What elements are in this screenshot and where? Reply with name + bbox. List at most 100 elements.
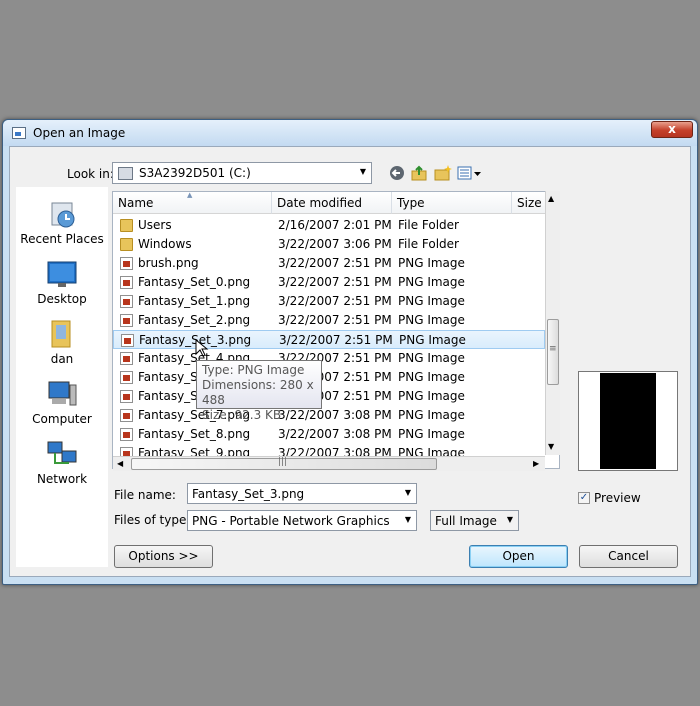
file-type: PNG Image	[398, 351, 465, 365]
png-file-icon	[120, 371, 133, 384]
drive-icon	[118, 167, 133, 180]
file-date: 3/22/2007 2:51 PM	[279, 333, 393, 347]
file-type: File Folder	[398, 237, 459, 251]
user-folder-icon	[46, 319, 78, 349]
file-row[interactable]: Fantasy_Set_1.png 3/22/2007 2:51 PM PNG Im…	[113, 292, 545, 311]
title-bar[interactable]: Open an Image x	[3, 120, 697, 146]
place-label: Network	[36, 472, 88, 486]
folder-icon	[120, 238, 133, 251]
file-date: 3/22/2007 2:51 PM	[278, 294, 392, 308]
computer-icon	[46, 379, 78, 409]
file-row[interactable]: Fantasy_Set_7.png 3/22/2007 3:08 PM PNG Im…	[113, 406, 545, 425]
file-date: 3/22/2007 2:51 PM	[278, 313, 392, 327]
file-row[interactable]: Windows 3/22/2007 3:06 PM File Folder	[113, 235, 545, 254]
cancel-button[interactable]: Cancel	[579, 545, 678, 568]
file-info-tooltip: Type: PNG Image Dimensions: 280 x 488 Si…	[196, 360, 322, 422]
sort-up-icon: ▲	[187, 191, 193, 199]
file-name: brush.png	[138, 256, 199, 270]
horizontal-scroll-thumb[interactable]: |||	[131, 457, 437, 470]
place-dan[interactable]: dan	[16, 319, 108, 366]
file-type: File Folder	[398, 218, 459, 232]
file-row[interactable]: Fantasy_Set_2.png 3/22/2007 2:51 PM PNG Im…	[113, 311, 545, 330]
file-date: 3/22/2007 2:51 PM	[278, 256, 392, 270]
column-header-label: Name	[118, 196, 154, 210]
file-type: PNG Image	[398, 313, 465, 327]
tooltip-type: Type: PNG Image	[202, 363, 305, 377]
files-of-type-dropdown[interactable]: PNG - Portable Network Graphics ▼	[187, 510, 417, 531]
tooltip-dimensions: Dimensions: 280 x 488	[202, 378, 314, 407]
file-name: Fantasy_Set_0.png	[138, 275, 251, 289]
place-recent-places[interactable]: Recent Places	[16, 199, 108, 246]
dialog-title: Open an Image	[33, 126, 126, 140]
scroll-left-icon[interactable]: ◀	[117, 459, 123, 468]
file-list[interactable]: Name ▲ Date modified Type Size Users 2/16…	[112, 191, 560, 469]
file-name: Fantasy_Set_8.png	[138, 427, 251, 441]
places-bar: Recent Places Desktop dan Computer Netwo…	[16, 187, 108, 567]
scroll-right-icon[interactable]: ▶	[533, 459, 539, 468]
files-of-type-value: PNG - Portable Network Graphics	[192, 514, 390, 528]
scroll-up-icon[interactable]: ▲	[548, 194, 554, 203]
place-desktop[interactable]: Desktop	[16, 259, 108, 306]
close-button[interactable]: x	[651, 121, 693, 138]
chevron-down-icon: ▼	[359, 167, 367, 176]
file-type: PNG Image	[398, 256, 465, 270]
vertical-scrollbar[interactable]: ▲ ≡ ▼	[545, 191, 560, 455]
file-type: PNG Image	[398, 427, 465, 441]
file-type: PNG Image	[398, 294, 465, 308]
place-label: Computer	[32, 412, 92, 426]
file-row[interactable]: Fantasy_Set_6.png 3/22/2007 2:51 PM PNG Im…	[113, 387, 545, 406]
png-file-icon	[120, 352, 133, 365]
file-row[interactable]: Fantasy_Set_3.png 3/22/2007 2:51 PM PNG Im…	[113, 330, 545, 349]
file-row[interactable]: Fantasy_Set_5.png 3/22/2007 2:51 PM PNG Im…	[113, 368, 545, 387]
png-file-icon	[120, 276, 133, 289]
column-header-name[interactable]: Name ▲	[113, 192, 272, 214]
vertical-scroll-thumb[interactable]: ≡	[547, 319, 559, 385]
back-icon[interactable]	[388, 164, 406, 182]
png-file-icon	[120, 257, 133, 270]
file-type: PNG Image	[398, 389, 465, 403]
file-name: Windows	[138, 237, 192, 251]
png-file-icon	[120, 409, 133, 422]
file-row[interactable]: brush.png 3/22/2007 2:51 PM PNG Image	[113, 254, 545, 273]
png-file-icon	[121, 334, 134, 347]
grip-icon: |||	[278, 457, 288, 467]
options-button[interactable]: Options >>	[114, 545, 213, 568]
png-file-icon	[120, 428, 133, 441]
up-folder-icon[interactable]	[410, 164, 428, 182]
view-menu-icon[interactable]	[457, 164, 483, 182]
file-name-label: File name:	[114, 488, 176, 502]
new-folder-icon[interactable]	[434, 164, 452, 182]
size-mode-value: Full Image	[435, 514, 497, 528]
open-button[interactable]: Open	[469, 545, 568, 568]
preview-checkbox[interactable]: ✓	[578, 492, 590, 504]
file-row[interactable]: Fantasy_Set_8.png 3/22/2007 3:08 PM PNG Im…	[113, 425, 545, 444]
place-network[interactable]: Network	[16, 439, 108, 486]
place-computer[interactable]: Computer	[16, 379, 108, 426]
grip-icon: ≡	[549, 344, 557, 354]
look-in-value: S3A2392D501 (C:)	[139, 166, 251, 180]
png-file-icon	[120, 390, 133, 403]
file-type: PNG Image	[398, 408, 465, 422]
column-header-type[interactable]: Type	[392, 192, 512, 214]
horizontal-scrollbar[interactable]: ◀ ||| ▶	[113, 456, 545, 471]
preview-image	[600, 373, 656, 469]
file-date: 3/22/2007 3:08 PM	[278, 427, 392, 441]
chevron-down-icon: ▼	[506, 515, 514, 524]
folder-icon	[120, 219, 133, 232]
look-in-dropdown[interactable]: S3A2392D501 (C:) ▼	[112, 162, 372, 184]
size-mode-dropdown[interactable]: Full Image ▼	[430, 510, 519, 531]
file-name-input[interactable]: Fantasy_Set_3.png ▼	[187, 483, 417, 504]
files-of-type-label: Files of type:	[114, 513, 191, 527]
column-header-date[interactable]: Date modified	[272, 192, 392, 214]
file-row[interactable]: Users 2/16/2007 2:01 PM File Folder	[113, 216, 545, 235]
file-name: Fantasy_Set_2.png	[138, 313, 251, 327]
image-app-icon	[12, 127, 26, 139]
chevron-down-icon[interactable]: ▼	[400, 484, 416, 503]
preview-label: Preview	[594, 491, 641, 505]
file-row[interactable]: Fantasy_Set_0.png 3/22/2007 2:51 PM PNG Im…	[113, 273, 545, 292]
file-row[interactable]: Fantasy_Set_4.png 3/22/2007 2:51 PM PNG Im…	[113, 349, 545, 368]
network-icon	[46, 439, 78, 469]
look-in-label: Look in:	[67, 167, 114, 181]
file-type: PNG Image	[399, 333, 466, 347]
scroll-down-icon[interactable]: ▼	[548, 442, 554, 451]
